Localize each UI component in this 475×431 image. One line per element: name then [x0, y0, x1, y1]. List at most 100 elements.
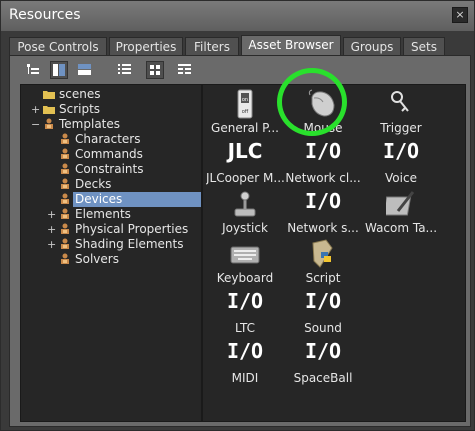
expand-icon[interactable]: +	[31, 104, 40, 115]
tree-item-label: Characters	[75, 132, 141, 146]
tree-item-label: Scripts	[59, 102, 101, 116]
tab-groups[interactable]: Groups	[343, 37, 401, 56]
expand-icon[interactable]: +	[47, 239, 56, 250]
window-title: Resources	[9, 7, 81, 23]
asset-script[interactable]: Script	[284, 237, 362, 287]
io-icon: I/O	[304, 339, 342, 363]
templates-icon	[61, 253, 69, 264]
folder-icon	[43, 106, 55, 114]
tab-pose-controls[interactable]: Pose Controls	[9, 37, 107, 56]
asset-label: LTC	[234, 321, 256, 335]
asset-label: Keyboard	[216, 271, 274, 285]
templates-icon	[61, 238, 69, 249]
tree-item-physical-properties[interactable]: + Physical Properties	[21, 222, 199, 237]
tree-item-devices[interactable]: Devices	[21, 192, 201, 207]
icon-view-button[interactable]	[146, 61, 164, 79]
tree-item-label: Commands	[75, 147, 143, 161]
tree-item-label: scenes	[59, 87, 101, 101]
io-icon: I/O	[226, 289, 264, 313]
templates-icon	[61, 178, 69, 189]
switch-icon: on off	[237, 89, 253, 119]
asset-label: General P...	[211, 121, 279, 135]
tab-properties[interactable]: Properties	[109, 37, 183, 56]
tree-item-label: Decks	[75, 177, 112, 191]
asset-label: Wacom Ta...	[364, 221, 438, 235]
title-bar[interactable]: Resources ×	[1, 1, 474, 31]
asset-network-client[interactable]: I/O Network cl...	[284, 137, 362, 187]
tree-panel[interactable]: scenes + Scripts − Templates Characters …	[20, 84, 202, 422]
tree-item-label: Elements	[75, 207, 131, 221]
asset-label: SpaceBall	[293, 371, 353, 385]
stacked-view-button[interactable]	[76, 61, 94, 79]
tree-view-icon	[27, 64, 39, 74]
io-icon: I/O	[304, 289, 342, 313]
asset-general-purpose[interactable]: on off General P...	[206, 87, 284, 137]
resources-window: Resources × Pose Controls Properties Fil…	[0, 0, 475, 431]
folder-icon	[43, 91, 55, 99]
expand-icon[interactable]: +	[47, 209, 56, 220]
asset-label: Sound	[304, 321, 342, 335]
list-view-button[interactable]	[116, 61, 134, 79]
expand-icon[interactable]: +	[47, 224, 56, 235]
tree-item-solvers[interactable]: Solvers	[21, 252, 199, 267]
collapse-icon[interactable]: −	[31, 119, 40, 130]
joystick-icon	[234, 191, 256, 217]
tree-item-label: Templates	[59, 117, 121, 131]
asset-label: Joystick	[222, 221, 268, 235]
jlc-icon: JLC	[227, 139, 263, 163]
tree-item-commands[interactable]: Commands	[21, 147, 199, 162]
tablet-icon	[386, 191, 415, 216]
asset-sound[interactable]: I/O Sound	[284, 287, 362, 337]
asset-label: Network s...	[287, 221, 359, 235]
asset-voice[interactable]: I/O Voice	[362, 137, 440, 187]
icon-view-icon	[150, 65, 160, 75]
asset-network-server[interactable]: I/O Network s...	[284, 187, 362, 237]
tree-item-templates[interactable]: − Templates	[21, 117, 199, 132]
split-view-button[interactable]	[50, 61, 68, 79]
detail-view-icon	[178, 64, 191, 74]
templates-icon	[61, 133, 69, 144]
asset-spaceball[interactable]: I/O SpaceBall	[284, 337, 362, 387]
detail-view-button[interactable]	[176, 61, 194, 79]
asset-jlcooper[interactable]: JLC JLCooper M...	[206, 137, 284, 187]
templates-icon	[61, 163, 69, 174]
asset-label: JLCooper M...	[206, 171, 284, 185]
asset-label: Script	[305, 271, 341, 285]
asset-keyboard[interactable]: Keyboard	[206, 237, 284, 287]
asset-label: MIDI	[231, 371, 259, 385]
tree-item-scripts[interactable]: + Scripts	[21, 102, 199, 117]
asset-grid[interactable]: on off General P... Mouse Trigger JLC JL…	[202, 84, 466, 422]
asset-ltc[interactable]: I/O LTC	[206, 287, 284, 337]
asset-trigger[interactable]: Trigger	[362, 87, 440, 137]
tree-item-label: Shading Elements	[75, 237, 184, 251]
tree-item-scenes[interactable]: scenes	[21, 87, 199, 102]
templates-icon	[45, 118, 53, 129]
io-icon: I/O	[382, 139, 420, 163]
tree-view-button[interactable]	[24, 61, 42, 79]
tree-item-label: Physical Properties	[75, 222, 189, 236]
tree-item-constraints[interactable]: Constraints	[21, 162, 199, 177]
highlight-circle	[277, 68, 347, 136]
tab-filters[interactable]: Filters	[185, 37, 239, 56]
asset-wacom-tablet[interactable]: Wacom Ta...	[362, 187, 440, 237]
close-button[interactable]: ×	[452, 7, 468, 23]
python-icon	[312, 239, 333, 268]
asset-label: Network cl...	[285, 171, 361, 185]
stacked-view-icon	[78, 64, 91, 75]
trigger-icon	[391, 91, 409, 112]
asset-browser-panel: scenes + Scripts − Templates Characters …	[9, 55, 471, 427]
tree-item-label: Devices	[73, 192, 201, 207]
tree-item-decks[interactable]: Decks	[21, 177, 199, 192]
tree-item-elements[interactable]: + Elements	[21, 207, 199, 222]
tree-item-characters[interactable]: Characters	[21, 132, 199, 147]
tree-item-shading-elements[interactable]: + Shading Elements	[21, 237, 199, 252]
io-icon: I/O	[304, 189, 342, 213]
io-icon: I/O	[304, 139, 342, 163]
asset-midi[interactable]: I/O MIDI	[206, 337, 284, 387]
tab-asset-browser[interactable]: Asset Browser	[241, 35, 341, 56]
asset-joystick[interactable]: Joystick	[206, 187, 284, 237]
tree-item-label: Constraints	[75, 162, 144, 176]
templates-icon	[61, 208, 69, 219]
tab-sets[interactable]: Sets	[403, 37, 445, 56]
asset-label: Trigger	[380, 121, 422, 135]
